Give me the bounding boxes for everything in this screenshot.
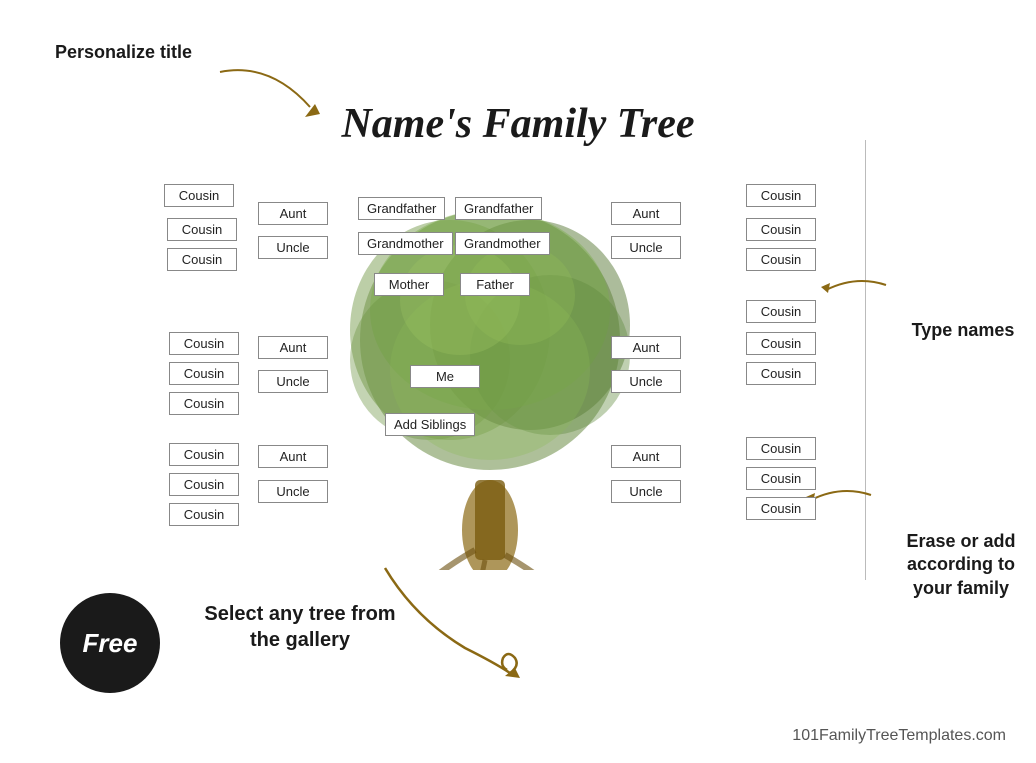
uncle-left-1[interactable]: Uncle (258, 236, 328, 259)
aunt-right-3[interactable]: Aunt (611, 445, 681, 468)
cousin-left-3[interactable]: Cousin (167, 248, 237, 271)
aunt-left-2[interactable]: Aunt (258, 336, 328, 359)
cousin-left-4[interactable]: Cousin (169, 332, 239, 355)
title-area: Name's Family Tree (341, 100, 694, 148)
personalize-label: Personalize title (55, 42, 192, 63)
grandfather-right-box[interactable]: Grandfather (455, 197, 542, 220)
cousin-right-2[interactable]: Cousin (746, 218, 816, 241)
cousin-left-7[interactable]: Cousin (169, 443, 239, 466)
father-box[interactable]: Father (460, 273, 530, 296)
page: Personalize title Name's Family Tree (0, 0, 1036, 763)
cousin-left-6[interactable]: Cousin (169, 392, 239, 415)
aunt-right-2[interactable]: Aunt (611, 336, 681, 359)
aunt-right-1[interactable]: Aunt (611, 202, 681, 225)
cousin-right-3[interactable]: Cousin (746, 248, 816, 271)
cousin-left-2[interactable]: Cousin (167, 218, 237, 241)
cousin-right-6[interactable]: Cousin (746, 362, 816, 385)
grandmother-right-box[interactable]: Grandmother (455, 232, 550, 255)
cousin-left-8[interactable]: Cousin (169, 473, 239, 496)
cousin-left-9[interactable]: Cousin (169, 503, 239, 526)
uncle-left-2[interactable]: Uncle (258, 370, 328, 393)
uncle-right-2[interactable]: Uncle (611, 370, 681, 393)
cousin-right-4[interactable]: Cousin (746, 300, 816, 323)
grandfather-left-box[interactable]: Grandfather (358, 197, 445, 220)
family-tree-title: Name's Family Tree (341, 100, 694, 148)
cousin-left-1[interactable]: Cousin (164, 184, 234, 207)
mother-box[interactable]: Mother (374, 273, 444, 296)
website-label: 101FamilyTreeTemplates.com (792, 727, 1006, 745)
grandmother-left-box[interactable]: Grandmother (358, 232, 453, 255)
cousin-left-5[interactable]: Cousin (169, 362, 239, 385)
siblings-box[interactable]: Add Siblings (385, 413, 475, 436)
cousin-right-8[interactable]: Cousin (746, 467, 816, 490)
cousin-right-7[interactable]: Cousin (746, 437, 816, 460)
free-badge-text: Free (83, 628, 138, 659)
personalize-arrow (210, 62, 330, 127)
uncle-right-3[interactable]: Uncle (611, 480, 681, 503)
type-names-label: Type names (908, 320, 1018, 341)
uncle-right-1[interactable]: Uncle (611, 236, 681, 259)
cousin-right-9[interactable]: Cousin (746, 497, 816, 520)
select-tree-arrow (365, 558, 525, 683)
aunt-left-1[interactable]: Aunt (258, 202, 328, 225)
uncle-left-3[interactable]: Uncle (258, 480, 328, 503)
aunt-left-3[interactable]: Aunt (258, 445, 328, 468)
cousin-right-5[interactable]: Cousin (746, 332, 816, 355)
me-box[interactable]: Me (410, 365, 480, 388)
type-names-arrow (816, 265, 896, 310)
free-badge: Free (60, 593, 160, 693)
cousin-right-1[interactable]: Cousin (746, 184, 816, 207)
erase-add-label: Erase or add according to your family (896, 530, 1026, 600)
